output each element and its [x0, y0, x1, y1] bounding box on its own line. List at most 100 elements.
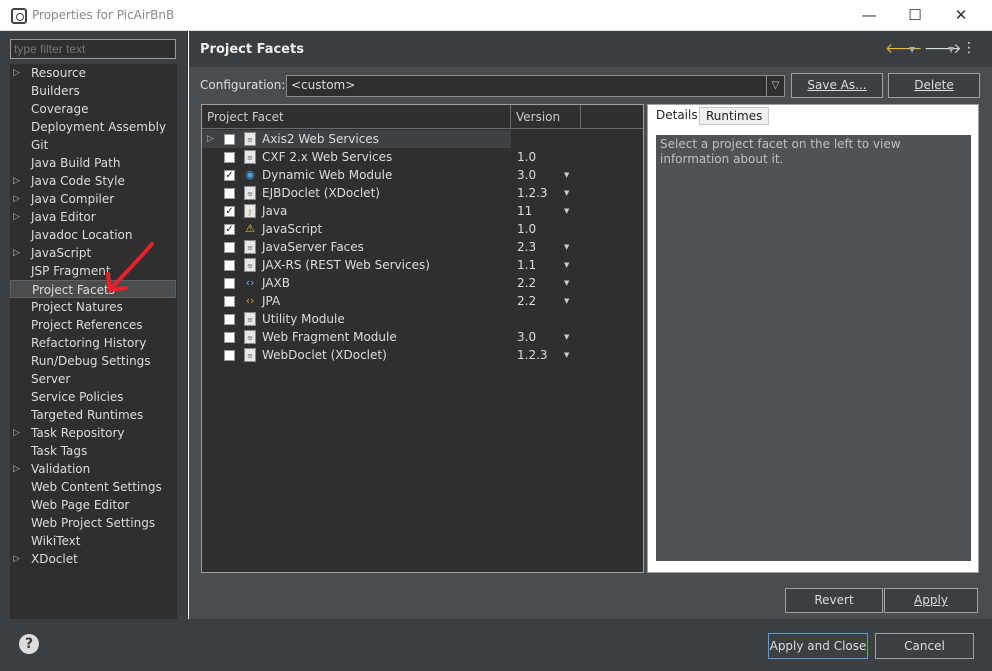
forward-arrow-icon[interactable]: 🡒 [924, 40, 962, 57]
tree-item[interactable]: ▷ Validation [10, 460, 176, 478]
tree-item[interactable]: Project References [10, 316, 176, 334]
tree-item[interactable]: ▷ Java Compiler [10, 190, 176, 208]
expand-arrow-icon[interactable]: ▷ [13, 190, 20, 208]
facet-checkbox[interactable] [224, 278, 235, 289]
facet-checkbox[interactable] [224, 350, 235, 361]
tree-item[interactable]: Web Project Settings [10, 514, 176, 532]
tree-item[interactable]: ▷ XDoclet [10, 550, 176, 568]
tree-item[interactable]: Task Tags [10, 442, 176, 460]
tab-runtimes[interactable]: Runtimes [699, 107, 770, 125]
version-dropdown-icon[interactable]: ▼ [564, 292, 569, 310]
facet-row[interactable]: ✓ J Java 11 ▼ [202, 202, 643, 220]
filter-input[interactable] [10, 39, 176, 59]
facet-row[interactable]: ≡ EJBDoclet (XDoclet) 1.2.3 ▼ [202, 184, 643, 202]
expand-arrow-icon[interactable]: ▷ [13, 208, 20, 226]
close-button[interactable]: ✕ [938, 0, 984, 31]
tree-item[interactable]: Project Natures [10, 298, 176, 316]
facet-version[interactable]: 2.2 [517, 274, 536, 292]
revert-button[interactable]: Revert [785, 588, 883, 613]
facet-version[interactable]: 1.0 [517, 148, 536, 166]
tree-item[interactable]: Server [10, 370, 176, 388]
facet-row[interactable]: ▷ ≡ Axis2 Web Services [202, 130, 511, 148]
cancel-button[interactable]: Cancel [875, 633, 974, 659]
forward-dropdown-icon[interactable]: ▼ [948, 45, 954, 54]
chevron-down-icon[interactable]: ▽ [766, 76, 784, 96]
facet-checkbox[interactable] [224, 314, 235, 325]
facet-version[interactable]: 1.2.3 [517, 346, 548, 364]
column-header-version[interactable]: Version [511, 105, 581, 129]
version-dropdown-icon[interactable]: ▼ [564, 346, 569, 364]
facet-row[interactable]: ≡ CXF 2.x Web Services 1.0 [202, 148, 643, 166]
facet-row[interactable]: ≡ Web Fragment Module 3.0 ▼ [202, 328, 643, 346]
version-dropdown-icon[interactable]: ▼ [564, 184, 569, 202]
expand-arrow-icon[interactable]: ▷ [13, 424, 20, 442]
version-dropdown-icon[interactable]: ▼ [564, 202, 569, 220]
delete-button[interactable]: Delete [888, 73, 980, 98]
apply-button[interactable]: Apply [884, 588, 978, 613]
tree-item[interactable]: ▷ Resource [10, 64, 176, 82]
expand-arrow-icon[interactable]: ▷ [207, 130, 214, 148]
version-dropdown-icon[interactable]: ▼ [564, 256, 569, 274]
expand-arrow-icon[interactable]: ▷ [13, 550, 20, 568]
tree-item[interactable]: ▷ Java Editor [10, 208, 176, 226]
facet-checkbox[interactable] [224, 152, 235, 163]
tree-item[interactable]: Git [10, 136, 176, 154]
facet-checkbox[interactable] [224, 242, 235, 253]
configuration-select[interactable]: <custom> ▽ [286, 75, 785, 97]
save-as-button[interactable]: Save As... [791, 73, 883, 98]
tree-item[interactable]: Java Build Path [10, 154, 176, 172]
facet-checkbox[interactable]: ✓ [224, 206, 235, 217]
tree-item[interactable]: Deployment Assembly [10, 118, 176, 136]
column-header-facet[interactable]: Project Facet [202, 105, 511, 129]
version-dropdown-icon[interactable]: ▼ [564, 328, 569, 346]
apply-and-close-button[interactable]: Apply and Close [768, 633, 868, 659]
facet-checkbox[interactable] [224, 134, 235, 145]
expand-arrow-icon[interactable]: ▷ [13, 172, 20, 190]
facet-row[interactable]: ≡ Utility Module [202, 310, 643, 328]
tree-item[interactable]: Targeted Runtimes [10, 406, 176, 424]
facet-version[interactable]: 1.2.3 [517, 184, 548, 202]
facet-row[interactable]: ‹› JPA 2.2 ▼ [202, 292, 643, 310]
facet-row[interactable]: ≡ WebDoclet (XDoclet) 1.2.3 ▼ [202, 346, 643, 364]
tree-item[interactable]: ▷ Java Code Style [10, 172, 176, 190]
facet-checkbox[interactable]: ✓ [224, 170, 235, 181]
version-dropdown-icon[interactable]: ▼ [564, 274, 569, 292]
help-icon[interactable]: ? [19, 634, 39, 654]
facet-checkbox[interactable]: ✓ [224, 224, 235, 235]
facet-version[interactable]: 2.3 [517, 238, 536, 256]
tree-item[interactable]: Web Page Editor [10, 496, 176, 514]
facet-row[interactable]: ≡ JavaServer Faces 2.3 ▼ [202, 238, 643, 256]
facet-checkbox[interactable] [224, 296, 235, 307]
facet-version[interactable]: 11 [517, 202, 532, 220]
version-dropdown-icon[interactable]: ▼ [564, 238, 569, 256]
facet-version[interactable]: 2.2 [517, 292, 536, 310]
facet-checkbox[interactable] [224, 188, 235, 199]
facet-version[interactable]: 1.1 [517, 256, 536, 274]
expand-arrow-icon[interactable]: ▷ [13, 460, 20, 478]
tree-item[interactable]: WikiText [10, 532, 176, 550]
facet-checkbox[interactable] [224, 260, 235, 271]
expand-arrow-icon[interactable]: ▷ [13, 244, 20, 262]
maximize-button[interactable]: ☐ [892, 0, 938, 31]
facet-version[interactable]: 3.0 [517, 328, 536, 346]
expand-arrow-icon[interactable]: ▷ [13, 64, 20, 82]
tab-details[interactable]: Details [650, 105, 704, 126]
facet-version[interactable]: 3.0 [517, 166, 536, 184]
facet-row[interactable]: ✓ ⚠ JavaScript 1.0 [202, 220, 643, 238]
version-dropdown-icon[interactable]: ▼ [564, 166, 569, 184]
facet-row[interactable]: ✓ ◉ Dynamic Web Module 3.0 ▼ [202, 166, 643, 184]
tree-item[interactable]: Run/Debug Settings [10, 352, 176, 370]
back-dropdown-icon[interactable]: ▼ [909, 45, 915, 54]
tree-item[interactable]: Service Policies [10, 388, 176, 406]
more-vertical-icon[interactable]: ⋮ [962, 40, 976, 56]
tree-item[interactable]: Refactoring History [10, 334, 176, 352]
back-arrow-icon[interactable]: 🡐 [885, 40, 923, 57]
facet-row[interactable]: ≡ JAX-RS (REST Web Services) 1.1 ▼ [202, 256, 643, 274]
facet-version[interactable]: 1.0 [517, 220, 536, 238]
tree-item[interactable]: Builders [10, 82, 176, 100]
tree-item[interactable]: ▷ Task Repository [10, 424, 176, 442]
facet-row[interactable]: ‹› JAXB 2.2 ▼ [202, 274, 643, 292]
tree-item[interactable]: Web Content Settings [10, 478, 176, 496]
minimize-button[interactable]: — [846, 0, 892, 31]
facet-checkbox[interactable] [224, 332, 235, 343]
